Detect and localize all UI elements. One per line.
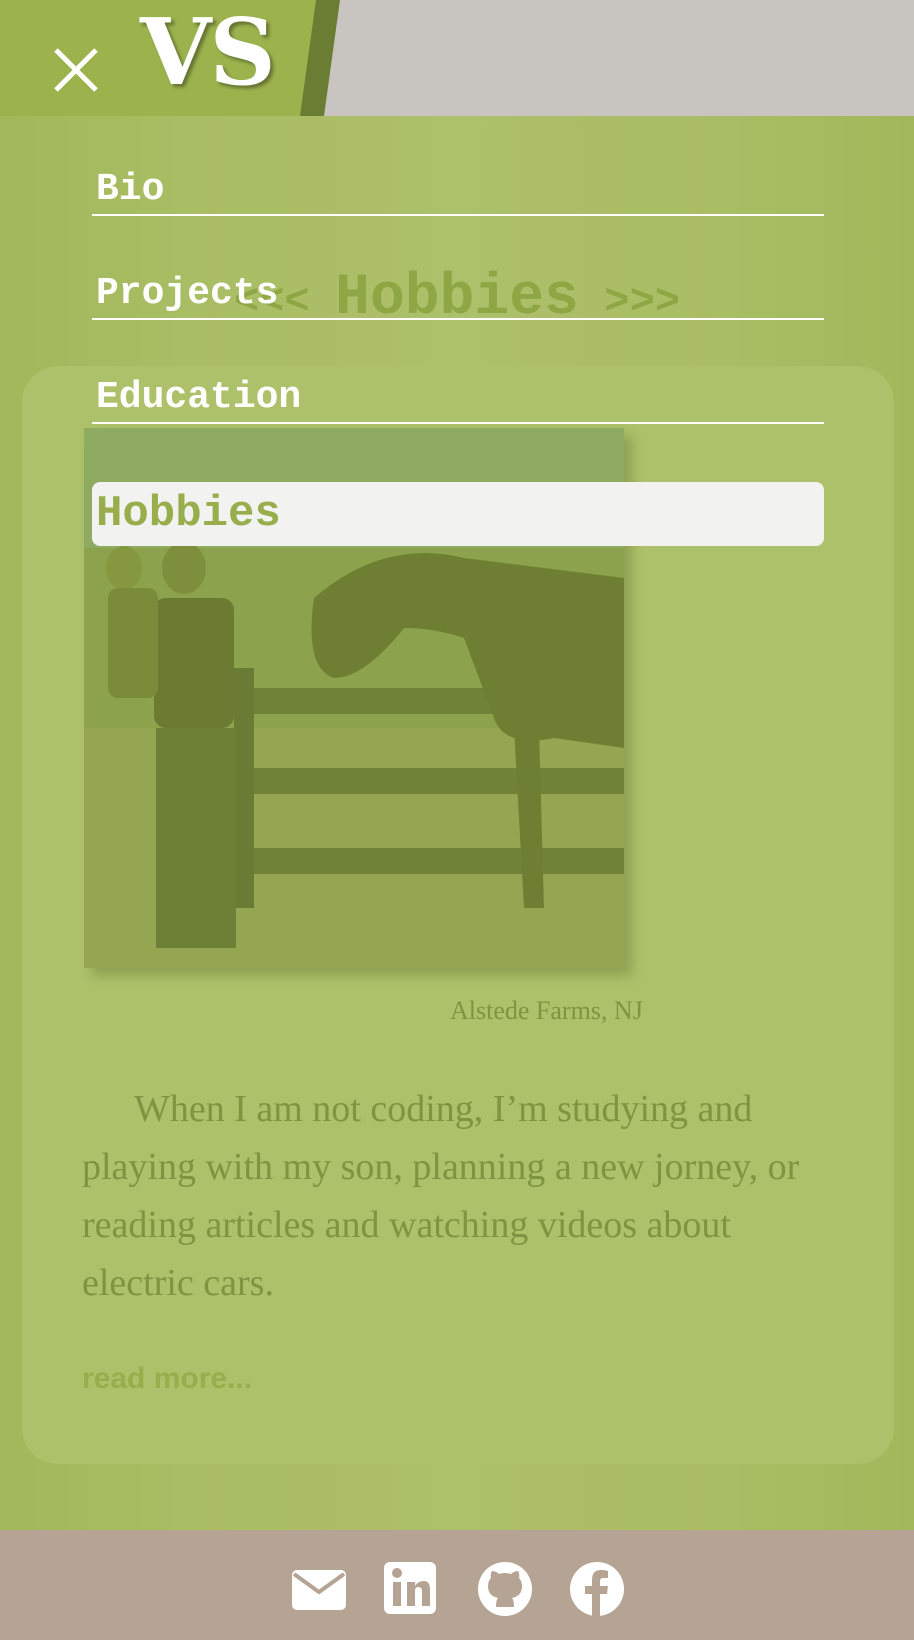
close-icon[interactable] — [52, 46, 100, 94]
read-more-link[interactable]: read more... — [82, 1362, 252, 1396]
github-icon[interactable] — [476, 1560, 534, 1618]
nav-item-education[interactable]: Education — [92, 378, 824, 424]
nav-item-hobbies[interactable]: Hobbies — [92, 482, 824, 546]
nav-item-bio[interactable]: Bio — [92, 170, 824, 216]
nav-item-projects[interactable]: Projects — [92, 274, 824, 320]
linkedin-icon[interactable] — [382, 1560, 440, 1618]
photo-caption: Alstede Farms, NJ — [450, 996, 643, 1025]
hobbies-description: When I am not coding, I’m studying and p… — [82, 1088, 800, 1304]
site-logo[interactable]: VS — [140, 6, 276, 98]
facebook-icon[interactable] — [568, 1560, 626, 1618]
footer — [0, 1530, 914, 1640]
email-icon[interactable] — [290, 1560, 348, 1618]
header: VS — [0, 0, 914, 116]
